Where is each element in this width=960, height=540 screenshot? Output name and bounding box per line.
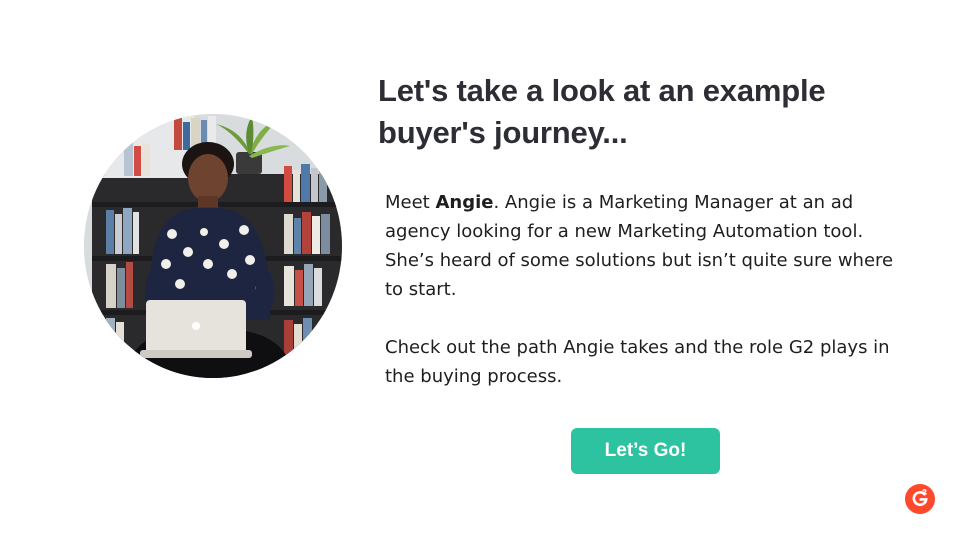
intro-line-1: Meet Angie. Angie is a Marketing Manager… <box>385 188 925 217</box>
persona-name: Angie <box>435 192 494 213</box>
outro-paragraph: Check out the path Angie takes and the r… <box>385 333 925 391</box>
title-line-2: buyer's journey... <box>378 115 628 150</box>
description: Meet Angie. Angie is a Marketing Manager… <box>385 188 925 391</box>
angie-photo <box>84 114 342 378</box>
intro-line-3: She’s heard of some solutions but isn’t … <box>385 250 894 271</box>
outro-line-2: the buying process. <box>385 366 563 387</box>
page-title: Let's take a look at an example buyer's … <box>378 70 918 154</box>
slide: Let's take a look at an example buyer's … <box>0 0 960 540</box>
title-line-1: Let's take a look at an example <box>378 73 826 108</box>
intro-meet-text: Meet <box>385 192 436 213</box>
outro-line-1: Check out the path Angie takes and the r… <box>385 337 890 358</box>
intro-line-4: to start. <box>385 279 457 300</box>
lets-go-button[interactable]: Let’s Go! <box>571 428 720 474</box>
person-with-laptop-illustration <box>84 114 342 378</box>
g2-logo-icon <box>904 483 936 515</box>
intro-line-2: agency looking for a new Marketing Autom… <box>385 221 864 242</box>
intro-line-1-rest: . Angie is a Marketing Manager at an ad <box>493 192 854 213</box>
g2-logo-mark <box>905 484 935 514</box>
intro-paragraph: Meet Angie. Angie is a Marketing Manager… <box>385 188 925 304</box>
